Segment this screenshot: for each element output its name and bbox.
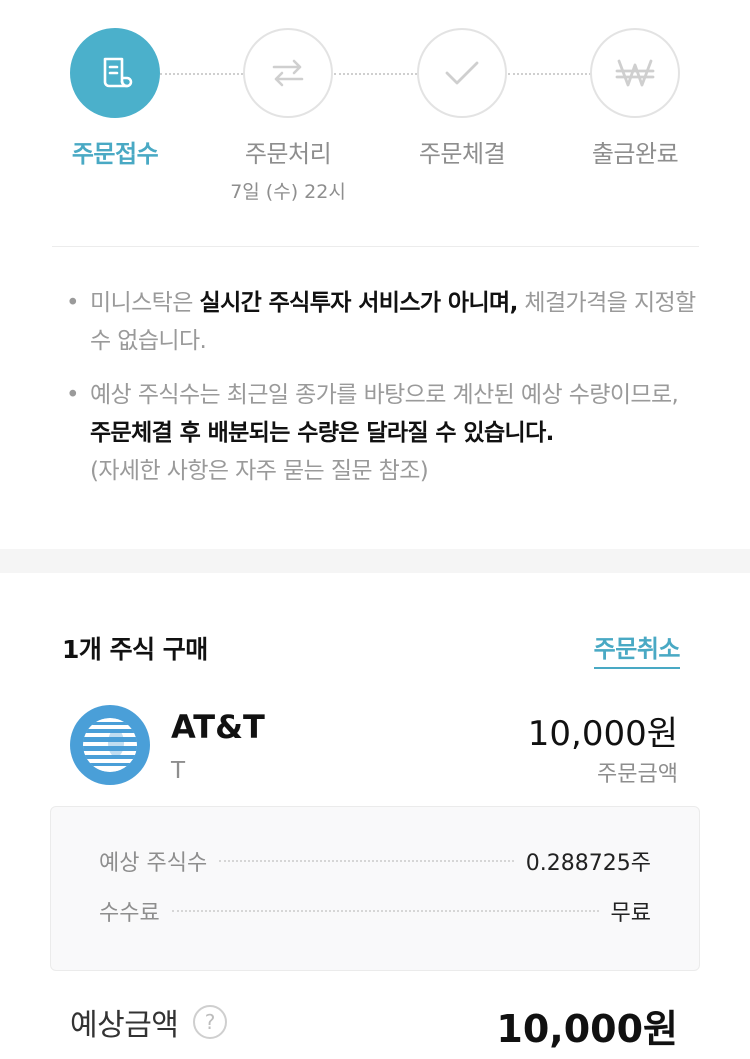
notice-item: • 예상 주식수는 최근일 종가를 바탕으로 계산된 예상 수량이므로, 주문체… (66, 376, 696, 490)
notice-emphasis: 실시간 주식투자 서비스가 아니며, (199, 290, 519, 316)
order-title: 1개 주식 구매 (62, 635, 208, 664)
notice-emphasis: 주문체결 후 배분되는 수량은 달라질 수 있습니다. (90, 420, 554, 446)
notice-text: 미니스탁은 (90, 290, 200, 316)
step-label: 주문처리 (244, 140, 332, 168)
order-amount: 10,000원 (527, 714, 678, 754)
detail-key: 수수료 (99, 901, 160, 926)
step-circle (590, 28, 680, 118)
order-progress-steps: 주문접수 주문처리 7일 (수) 22시 주문체결 출금완료 (0, 28, 750, 208)
exchange-arrows-icon (272, 59, 304, 87)
detail-value: 0.288725주 (525, 851, 651, 876)
won-currency-icon (615, 59, 655, 87)
cancel-order-link[interactable]: 주문취소 (593, 629, 681, 669)
notice-text: (자세한 사항은 자주 묻는 질문 참조) (90, 458, 429, 484)
step-circle (417, 28, 507, 118)
question-help-icon[interactable]: ? (193, 1005, 227, 1039)
detail-row-expected-shares: 예상 주식수 0.288725주 (99, 845, 651, 877)
step-time: 7일 (수) 22시 (230, 181, 346, 203)
expected-amount: 10,000원 (496, 1007, 678, 1051)
step-label: 주문체결 (418, 140, 506, 168)
step-circle (70, 28, 160, 118)
detail-key: 예상 주식수 (99, 851, 208, 876)
stock-name: AT&T (171, 708, 265, 746)
att-logo (70, 705, 150, 785)
step-label: 주문접수 (71, 140, 159, 168)
order-detail-box: 예상 주식수 0.288725주 수수료 무료 (50, 806, 700, 971)
bullet: • (66, 290, 80, 316)
notice-text: 예상 주식수는 최근일 종가를 바탕으로 계산된 예상 수량이므로, (90, 382, 679, 408)
bullet: • (66, 382, 80, 408)
detail-row-fee: 수수료 무료 (99, 895, 651, 927)
check-icon (445, 61, 479, 85)
step-withdrawal-complete: 출금완료 (555, 28, 715, 169)
step-order-received: 주문접수 (35, 28, 195, 169)
dotted-leader (219, 860, 514, 862)
step-order-processing: 주문처리 7일 (수) 22시 (208, 28, 368, 204)
order-amount-label: 주문금액 (597, 762, 678, 787)
receipt-icon (103, 57, 133, 88)
notice-item: • 미니스탁은 실시간 주식투자 서비스가 아니며, 체결가격을 지정할 수 없… (66, 284, 696, 360)
section-separator (0, 549, 750, 573)
divider (52, 246, 699, 247)
notice-list: • 미니스탁은 실시간 주식투자 서비스가 아니며, 체결가격을 지정할 수 없… (66, 284, 696, 506)
stock-ticker: T (171, 758, 186, 784)
expected-amount-label: 예상금액 (70, 1008, 179, 1043)
step-circle (243, 28, 333, 118)
detail-value: 무료 (610, 901, 651, 926)
dotted-leader (171, 910, 599, 912)
step-label: 출금완료 (591, 140, 679, 168)
step-order-executed: 주문체결 (382, 28, 542, 169)
